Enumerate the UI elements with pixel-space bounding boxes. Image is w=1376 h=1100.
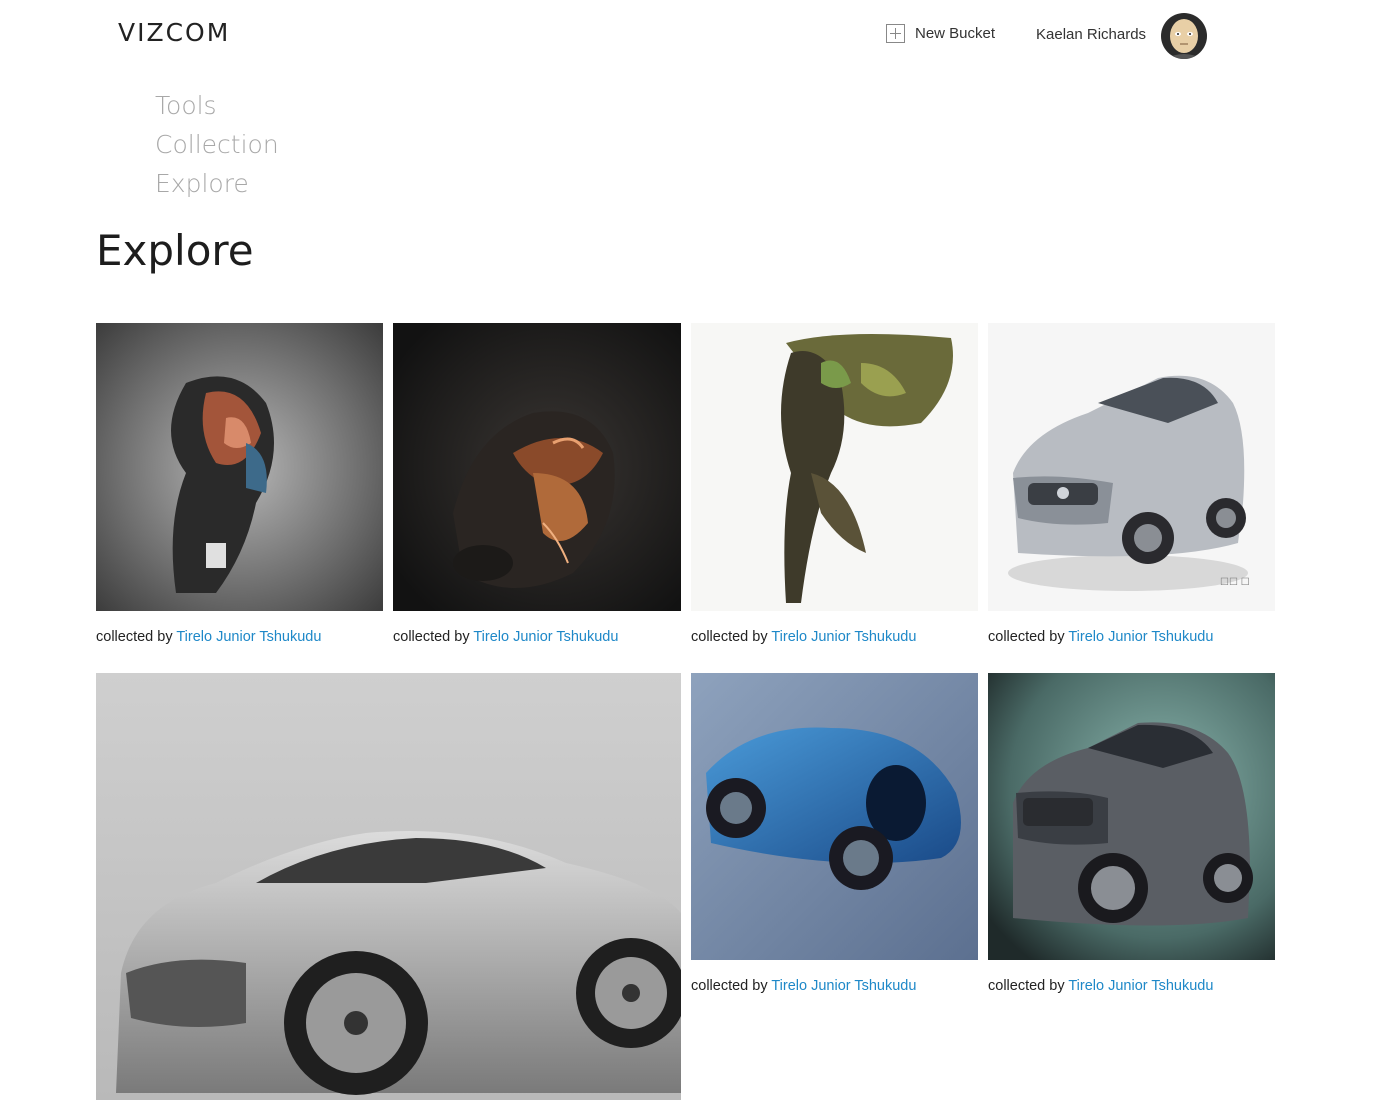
author-link[interactable]: Tirelo Junior Tshukudu — [1068, 629, 1213, 645]
nav-item-explore[interactable]: Explore — [155, 164, 279, 203]
gallery-item[interactable] — [988, 673, 1275, 960]
artwork-thumbnail[interactable]: ☐☐ ☐ — [988, 323, 1275, 611]
plus-square-icon — [886, 24, 905, 43]
nav-item-tools[interactable]: Tools — [155, 86, 279, 125]
gallery-caption: collected by Tirelo Junior Tshukudu — [988, 629, 1214, 645]
svg-text:☐☐ ☐: ☐☐ ☐ — [1220, 577, 1250, 588]
nav-item-collection[interactable]: Collection — [155, 125, 279, 164]
author-link[interactable]: Tirelo Junior Tshukudu — [176, 629, 321, 645]
gallery-item[interactable] — [393, 323, 681, 611]
gallery-caption: collected by Tirelo Junior Tshukudu — [691, 629, 917, 645]
avatar[interactable] — [1161, 13, 1207, 59]
page: VIZCOM New Bucket Kaelan Richards Tools … — [0, 0, 1376, 1100]
author-link[interactable]: Tirelo Junior Tshukudu — [771, 978, 916, 994]
artwork-thumbnail[interactable] — [393, 323, 681, 611]
author-link[interactable]: Tirelo Junior Tshukudu — [771, 629, 916, 645]
main-nav: Tools Collection Explore — [155, 86, 279, 203]
artwork-thumbnail[interactable] — [988, 673, 1275, 960]
avatar-image — [1161, 13, 1207, 59]
artwork-thumbnail[interactable] — [691, 323, 978, 611]
artwork-thumbnail[interactable] — [96, 673, 681, 1100]
gallery-item[interactable] — [96, 673, 681, 1100]
artwork-thumbnail[interactable] — [96, 323, 383, 611]
author-link[interactable]: Tirelo Junior Tshukudu — [473, 629, 618, 645]
page-title: Explore — [96, 226, 254, 275]
gallery-caption: collected by Tirelo Junior Tshukudu — [96, 629, 322, 645]
gallery-caption: collected by Tirelo Junior Tshukudu — [393, 629, 619, 645]
gallery-item[interactable] — [691, 673, 978, 960]
gallery-caption: collected by Tirelo Junior Tshukudu — [988, 978, 1214, 994]
author-link[interactable]: Tirelo Junior Tshukudu — [1068, 978, 1213, 994]
app-logo[interactable]: VIZCOM — [118, 18, 230, 47]
gallery-item[interactable]: ☐☐ ☐ — [988, 323, 1275, 611]
user-name[interactable]: Kaelan Richards — [1036, 26, 1146, 43]
artwork-thumbnail[interactable] — [691, 673, 978, 960]
new-bucket-button[interactable]: New Bucket — [886, 24, 995, 43]
gallery-item[interactable] — [691, 323, 978, 611]
gallery-item[interactable] — [96, 323, 383, 611]
new-bucket-label: New Bucket — [915, 25, 996, 42]
gallery-caption: collected by Tirelo Junior Tshukudu — [691, 978, 917, 994]
